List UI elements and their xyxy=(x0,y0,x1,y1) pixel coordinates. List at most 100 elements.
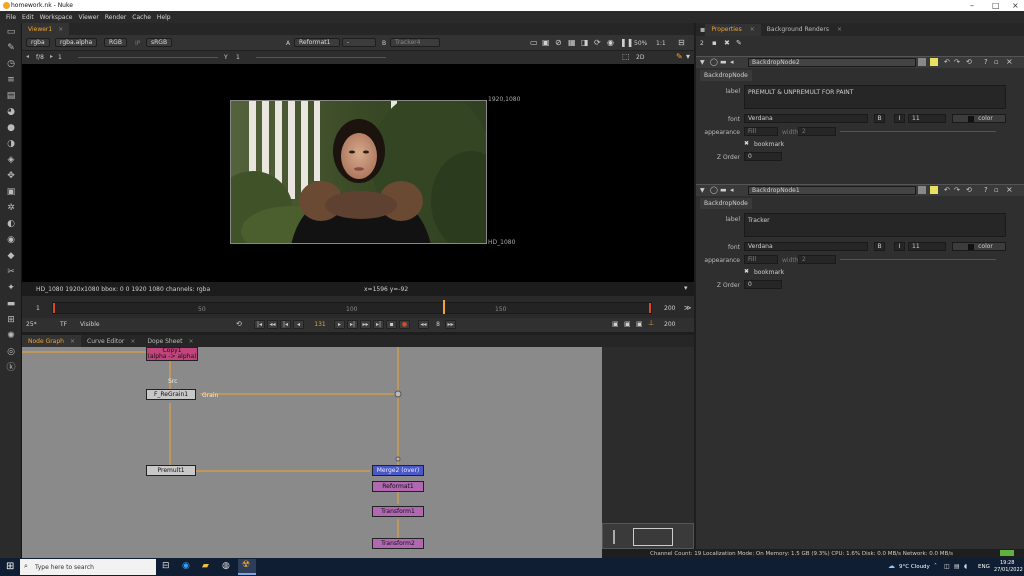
node-toggle-icon[interactable]: ◯ xyxy=(710,186,718,194)
tab-close-icon[interactable]: × xyxy=(130,338,135,345)
backdrop2-font-select[interactable]: Verdana xyxy=(744,114,868,123)
node-tile-color-swatch[interactable] xyxy=(930,58,938,66)
windows-start-icon[interactable]: ⊞ xyxy=(6,561,14,572)
node-graph-navigator[interactable] xyxy=(602,523,694,549)
time-tools-icon[interactable]: ◷ xyxy=(5,58,17,70)
menu-workspace[interactable]: Workspace xyxy=(40,14,73,21)
max-panels-field[interactable]: 2 xyxy=(700,40,704,47)
backdrop1-header[interactable]: ▼ ◯ ▬ ◂ BackdropNode1 ↶ ↷ ⟲ ? ▫ × xyxy=(696,184,1024,196)
fps-select[interactable]: 25* xyxy=(26,321,37,328)
filter-tools-icon[interactable]: ◕ xyxy=(5,106,17,118)
menu-viewer[interactable]: Viewer xyxy=(78,14,98,21)
refresh-icon[interactable]: ⟳ xyxy=(594,38,601,47)
tab-curve-editor[interactable]: Curve Editor × xyxy=(81,335,141,347)
tab-dope-sheet[interactable]: Dope Sheet × xyxy=(141,335,199,347)
play-backward-icon[interactable]: ◂ xyxy=(293,320,304,329)
prev-icon[interactable]: ◂ xyxy=(26,53,29,60)
out-point-marker[interactable] xyxy=(649,303,651,313)
node-graph-canvas[interactable]: Copy1 (alpha -> alpha) Src F_ReGrain1 Gr… xyxy=(22,347,602,558)
help-icon[interactable]: ? xyxy=(984,58,988,66)
close-panel-icon[interactable]: × xyxy=(1006,57,1013,66)
node-reformat1[interactable]: Reformat1 xyxy=(372,481,424,492)
gamma-slider[interactable] xyxy=(256,57,386,58)
fstop-arrow-icon[interactable]: ▸ xyxy=(50,53,53,60)
italic-button[interactable]: I xyxy=(894,242,905,251)
fstop-value[interactable]: 1 xyxy=(58,54,62,61)
zoom-select[interactable]: 50% xyxy=(634,40,647,47)
backdrop2-label-field[interactable]: PREMULT & UNPREMULT FOR PAINT xyxy=(744,85,1006,109)
pause-icon[interactable]: ❚❚ xyxy=(620,38,633,47)
center-node-icon[interactable]: ◂ xyxy=(730,186,734,194)
airtools-icon[interactable]: ⊞ xyxy=(5,314,17,326)
lock-panels-icon[interactable]: ▪ xyxy=(712,39,717,47)
mask-icon[interactable]: ⊘ xyxy=(555,38,562,47)
step-forward-icon[interactable]: ▸▸ xyxy=(445,320,456,329)
undo-icon[interactable]: ↶ xyxy=(944,58,950,66)
node-transform1[interactable]: Transform1 xyxy=(372,506,424,517)
redo-icon[interactable]: ↷ xyxy=(954,186,960,194)
weather-text[interactable]: 9°C Cloudy xyxy=(899,564,930,570)
node-color-swatch[interactable] xyxy=(918,186,926,194)
menu-file[interactable]: File xyxy=(6,14,16,21)
wipe-mode-select[interactable]: ‑ xyxy=(342,38,376,47)
help-icon[interactable]: ? xyxy=(984,186,988,194)
backdrop1-name-field[interactable]: BackdropNode1 xyxy=(748,186,916,195)
taskbar-search-box[interactable]: ⌕ Type here to search xyxy=(20,559,156,575)
views-icon[interactable]: ◉ xyxy=(5,234,17,246)
current-frame[interactable]: 131 xyxy=(306,321,334,328)
layers-icon[interactable]: ◈ xyxy=(5,154,17,166)
monitor-icon[interactable]: ▣ xyxy=(636,320,643,328)
float-icon[interactable]: ▬ xyxy=(720,58,727,66)
roi-icon[interactable]: ▭ xyxy=(530,38,538,47)
colorspace-select[interactable]: RGB xyxy=(104,38,127,47)
appearance-select[interactable]: Fill xyxy=(744,255,778,264)
file-explorer-icon[interactable]: ▰ xyxy=(202,561,209,571)
view-mode-select[interactable]: 2D xyxy=(636,54,644,61)
float-panel-icon[interactable]: ▫ xyxy=(994,58,999,66)
bookmark-checkbox[interactable]: ✖ xyxy=(744,140,749,147)
float-icon[interactable]: ▬ xyxy=(720,186,727,194)
tab-close-icon[interactable]: × xyxy=(70,338,75,345)
close-panel-icon[interactable]: × xyxy=(1006,185,1013,194)
node-toggle-icon[interactable]: ◯ xyxy=(710,58,718,66)
tab-viewer1[interactable]: Viewer1 × xyxy=(22,23,70,35)
bold-button[interactable]: B xyxy=(874,242,885,251)
ocio-icon[interactable]: ◎ xyxy=(5,346,17,358)
draw-tools-icon[interactable]: ✎ xyxy=(5,42,17,54)
render-icon[interactable]: ◉ xyxy=(607,38,614,47)
first-frame-icon[interactable]: |◂ xyxy=(254,320,265,329)
ip-label[interactable]: IP xyxy=(135,40,140,47)
bold-button[interactable]: B xyxy=(874,114,885,123)
visible-select[interactable]: Visible xyxy=(80,321,100,328)
font-size-field[interactable]: 11 xyxy=(908,114,946,123)
viewer-settings-icon[interactable]: ▾ xyxy=(686,52,690,61)
nuke-taskbar-button[interactable]: ☢ xyxy=(238,559,256,575)
node-copy1[interactable]: Copy1 (alpha -> alpha) xyxy=(146,347,198,361)
ratio-select[interactable]: 1:1 xyxy=(656,40,666,47)
record-icon[interactable]: ● xyxy=(399,320,410,329)
playhead[interactable] xyxy=(443,300,445,314)
backdrop2-header[interactable]: ▼ ◯ ▬ ◂ BackdropNode2 ↶ ↷ ⟲ ? ▫ × xyxy=(696,56,1024,68)
tray-icon[interactable]: ◫ xyxy=(944,563,950,570)
float-panel-icon[interactable]: ▫ xyxy=(994,186,999,194)
tab-close-icon[interactable]: × xyxy=(188,338,193,345)
deep-tools-icon[interactable]: ◐ xyxy=(5,218,17,230)
timeline-start[interactable]: 1 xyxy=(36,305,40,312)
menu-render[interactable]: Render xyxy=(105,14,126,21)
close-icon[interactable]: × xyxy=(1012,1,1019,10)
undo-icon[interactable]: ↶ xyxy=(944,186,950,194)
transform-tools-icon[interactable]: ✥ xyxy=(5,170,17,182)
cara-vr-icon[interactable]: ✺ xyxy=(5,330,17,342)
clock-date[interactable]: 27/01/2022 xyxy=(994,567,1023,573)
navigator-viewport[interactable] xyxy=(633,528,673,546)
paint-icon[interactable]: ✎ xyxy=(676,52,683,61)
step-value[interactable]: 8 xyxy=(431,321,445,328)
redo-icon[interactable]: ↷ xyxy=(954,58,960,66)
tab-close-icon[interactable]: × xyxy=(837,26,842,33)
tab-close-icon[interactable]: × xyxy=(750,26,755,33)
step-back-icon[interactable]: ◂◂ xyxy=(418,320,429,329)
tab-close-icon[interactable]: × xyxy=(58,26,63,33)
stop-icon[interactable]: ▪ xyxy=(386,320,397,329)
clock-time[interactable]: 19:28 xyxy=(1000,560,1014,566)
volume-icon[interactable]: ◖ xyxy=(964,563,967,570)
